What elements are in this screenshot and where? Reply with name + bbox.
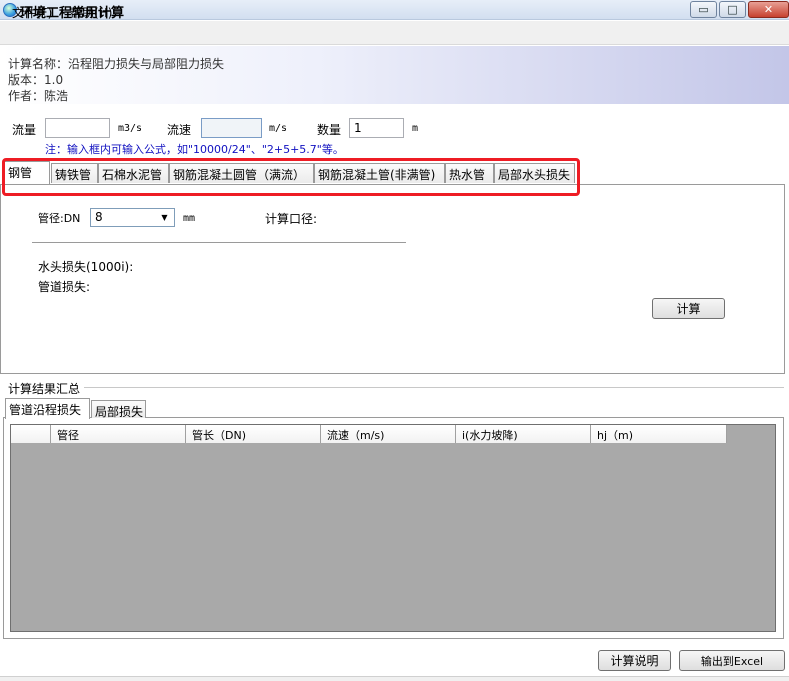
close-button[interactable]: ✕ [748,1,789,18]
export-excel-button[interactable]: 输出到Excel [679,650,785,671]
diameter-select[interactable]: 8 ▼ [90,208,175,227]
col-velocity[interactable]: 流速（m/s) [321,425,456,443]
divider [32,242,406,243]
tab-pipe-friction-loss[interactable]: 管道沿程损失 [5,398,90,419]
col-hydraulic-gradient[interactable]: i(水力坡降) [456,425,591,443]
tab-asbestos-cement-pipe[interactable]: 石棉水泥管 [98,163,169,183]
diameter-label: 管径:DN [38,212,81,225]
calculate-button[interactable]: 计算 [652,298,725,319]
minimize-button[interactable]: ▭ [690,1,717,18]
tab-hot-water-pipe[interactable]: 热水管 [445,163,494,183]
menu-bar [0,21,789,45]
maximize-button[interactable]: □ [719,1,746,18]
diameter-value: 8 [95,210,103,224]
tab-local-head-loss[interactable]: 局部水头损失 [494,163,575,183]
grid-header-row: 管径 管长（DN) 流速（m/s) i(水力坡降) hj（m) [11,425,727,443]
col-length[interactable]: 管长（DN) [186,425,321,443]
col-diameter[interactable]: 管径 [51,425,186,443]
calc-name-text: 计算名称：沿程阻力损失与局部阻力损失 [8,57,225,71]
grid-row-header-corner [11,425,51,443]
flow-input[interactable] [45,118,110,138]
count-label: 数量 [317,123,342,137]
flow-unit: m3/s [118,123,143,134]
velocity-input[interactable] [201,118,262,138]
col-hj[interactable]: hj（m) [591,425,727,443]
head-loss-label: 水头损失(1000i): [38,260,134,274]
tab-rc-round-pipe-full[interactable]: 钢筋混凝土圆管（满流） [169,163,314,183]
flow-label: 流量 [12,123,37,137]
author-text: 作者：陈浩 [8,89,69,103]
results-grid[interactable] [10,424,776,632]
tab-rc-pipe-partial[interactable]: 钢筋混凝土管(非满管) [314,163,445,183]
tab-cast-iron-pipe[interactable]: 铸铁管 [51,163,98,183]
explain-button[interactable]: 计算说明 [598,650,671,671]
results-group-title: 计算结果汇总 [8,382,81,396]
count-unit: m [412,123,419,134]
velocity-label: 流速 [167,123,192,137]
tab-local-loss[interactable]: 局部损失 [91,400,146,419]
menu-help[interactable]: 帮助(H) [70,4,112,21]
velocity-unit: m/s [269,123,288,134]
version-text: 版本：1.0 [8,73,64,87]
diameter-unit: mm [183,213,196,224]
count-input[interactable] [349,118,404,138]
calc-diameter-label: 计算口径: [265,212,318,226]
pipe-loss-label: 管道损失: [38,280,91,294]
status-bar [0,676,789,681]
chevron-down-icon: ▼ [161,213,168,222]
group-divider [84,387,784,388]
tab-steel-pipe[interactable]: 钢管 [4,161,50,184]
menu-file[interactable]: 文件(F) [12,4,52,21]
formula-note: 注：输入框内可输入公式，如"10000/24"、"2+5+5.7"等。 [45,143,344,156]
